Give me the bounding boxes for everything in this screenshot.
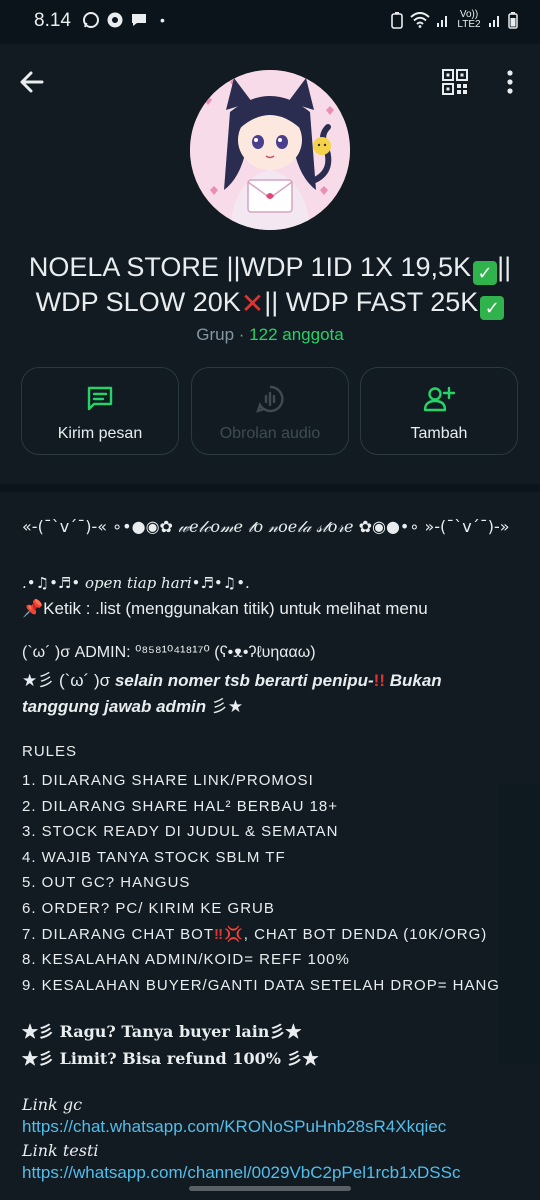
audio-chat-label: Obrolan audio [219,425,321,442]
battery-icon [508,11,518,29]
member-count[interactable]: 122 anggota [249,325,344,344]
rule-item: 7. DILARANG CHAT BOT‼💢, CHAT BOT DENDA (… [22,922,522,948]
link-gc[interactable]: https://chat.whatsapp.com/KRONoSPuHnb28s… [22,1117,522,1137]
group-meta: Grup · 122 anggota [0,325,540,345]
more-notifications-dot: • [160,12,165,28]
whatsapp-notification-icon [82,11,100,29]
welcome-decoration-right: ✿◉●•∘ »-(¯`v´¯)-» [353,517,510,536]
audio-chat-icon [255,384,285,414]
rule-7-text: 7. DILARANG CHAT BOT [22,925,214,943]
signal-icon-2 [488,12,502,28]
meta-separator: · [234,325,250,344]
ketik-text: Ketik : .list (menggunakan titik) untuk … [43,599,428,618]
warning-prefix: ★彡 (`ω´ )σ [22,671,115,690]
send-message-button[interactable]: Kirim pesan [21,367,179,455]
anger-icon: ‼💢 [213,925,244,943]
check-mark-icon: ✓ [473,261,498,285]
status-time: 8.14 [34,10,71,31]
message-icon [85,384,115,414]
group-name-line1: NOELA STORE ||WDP 1ID 1X 19,5K [28,252,472,282]
group-name-separator: || [497,252,512,282]
network-label: Vo)) LTE2 [457,9,481,30]
rules-title: RULES [22,743,78,760]
status-bar: 8.14 • Vo)) LTE2 [0,0,540,44]
rule-item: 4. WAJIB TANYA STOCK SBLM TF [22,848,286,866]
add-member-label: Tambah [410,425,468,442]
back-arrow-icon[interactable] [16,66,48,98]
rule-item: 3. STOCK READY DI JUDUL & SEMATAN [22,823,339,841]
battery-saver-icon [390,11,404,29]
group-description: «-(¯`v´¯)-« ∘•●◉✿ 𝓌𝑒𝓁𝒸𝑜𝓂𝑒 𝓉𝑜 𝓃𝑜𝑒𝓁𝒶 𝓈𝓉𝑜𝓇𝑒… [0,492,540,1200]
double-exclamation-icon: !! [373,671,385,690]
ragu-line: ★彡 Ragu? Tanya buyer lain彡★ [22,1022,302,1041]
signal-icon-1 [436,12,450,28]
chat-notification-icon [130,11,148,29]
link-testi-label: Link testi [22,1141,99,1160]
group-name: NOELA STORE ||WDP 1ID 1X 19,5K ✓ || WDP SL… [20,250,520,321]
warning-suffix: 彡★ [210,697,244,716]
more-options-icon[interactable] [500,68,520,96]
warning-line: ★彡 (`ω´ )σ selain nomer tsb berarti peni… [22,668,522,720]
rule-item: 9. KESALAHAN BUYER/GANTI DATA SETELAH DR… [22,976,523,994]
ketik-line: 📌Ketik : .list (menggunakan titik) untuk… [22,599,522,619]
link-gc-label: Link gc [22,1095,83,1114]
group-name-line2-rest: || WDP FAST 25K [264,287,479,317]
rule-item: 5. OUT GC? HANGUS [22,874,191,892]
warning-text: selain nomer tsb berarti penipu- [114,671,374,690]
group-info-header: NOELA STORE ||WDP 1ID 1X 19,5K ✓ || WDP SL… [0,44,540,484]
scrollbar[interactable] [499,784,540,1064]
system-icons: Vo)) LTE2 [390,10,518,30]
notification-icons: • [82,11,165,29]
group-type: Grup [196,325,235,344]
app-notification-icon [106,11,124,29]
add-person-icon [423,384,455,414]
rule-item: 1. DILARANG SHARE LINK/PROMOSI [22,772,314,789]
limit-line: ★彡 Limit? Bisa refund 100% 彡★ [22,1049,319,1068]
rule-item: 2. DILARANG SHARE HAL² BERBAU 18+ [22,797,339,815]
gesture-nav-handle[interactable] [189,1186,351,1191]
rule-7-tail: , CHAT BOT DENDA (10K/ORG) [243,925,488,943]
welcome-decoration-left: «-(¯`v´¯)-« ∘•●◉✿ [22,517,179,536]
welcome-banner: «-(¯`v´¯)-« ∘•●◉✿ 𝓌𝑒𝓁𝒸𝑜𝓂𝑒 𝓉𝑜 𝓃𝑜𝑒𝓁𝒶 𝓈𝓉𝑜𝓇𝑒… [22,517,522,537]
qr-code-icon[interactable] [441,68,469,96]
group-avatar[interactable] [190,70,350,230]
rule-item: 6. ORDER? PC/ KIRIM KE GRUB [22,899,275,917]
audio-chat-button[interactable]: Obrolan audio [191,367,349,455]
open-hours-line: .•♫•♬• open tiap hari•♬•♫•. [22,574,250,592]
rules-list: 1. DILARANG SHARE LINK/PROMOSI 2. DILARA… [22,768,522,998]
link-testi[interactable]: https://whatsapp.com/channel/0029VbC2pPe… [22,1163,522,1183]
wifi-icon [410,12,430,28]
group-name-line2: WDP SLOW 20K [35,287,241,317]
admin-line: (`ω´ )σ ADMIN: ⁰⁸⁵⁸¹⁰⁴¹⁸¹⁷⁰ (ʕ•ᴥ•ʔℓυηααω… [22,644,316,661]
rule-item: 8. KESALAHAN ADMIN/KOID= REFF 100% [22,951,350,969]
send-message-label: Kirim pesan [57,425,143,442]
add-member-button[interactable]: Tambah [360,367,518,455]
check-mark-icon: ✓ [480,296,505,320]
pin-icon: 📌 [22,599,44,618]
welcome-text: 𝓌𝑒𝓁𝒸𝑜𝓂𝑒 𝓉𝑜 𝓃𝑜𝑒𝓁𝒶 𝓈𝓉𝑜𝓇𝑒 [178,517,354,536]
cross-mark-icon: ✕ [240,288,265,319]
